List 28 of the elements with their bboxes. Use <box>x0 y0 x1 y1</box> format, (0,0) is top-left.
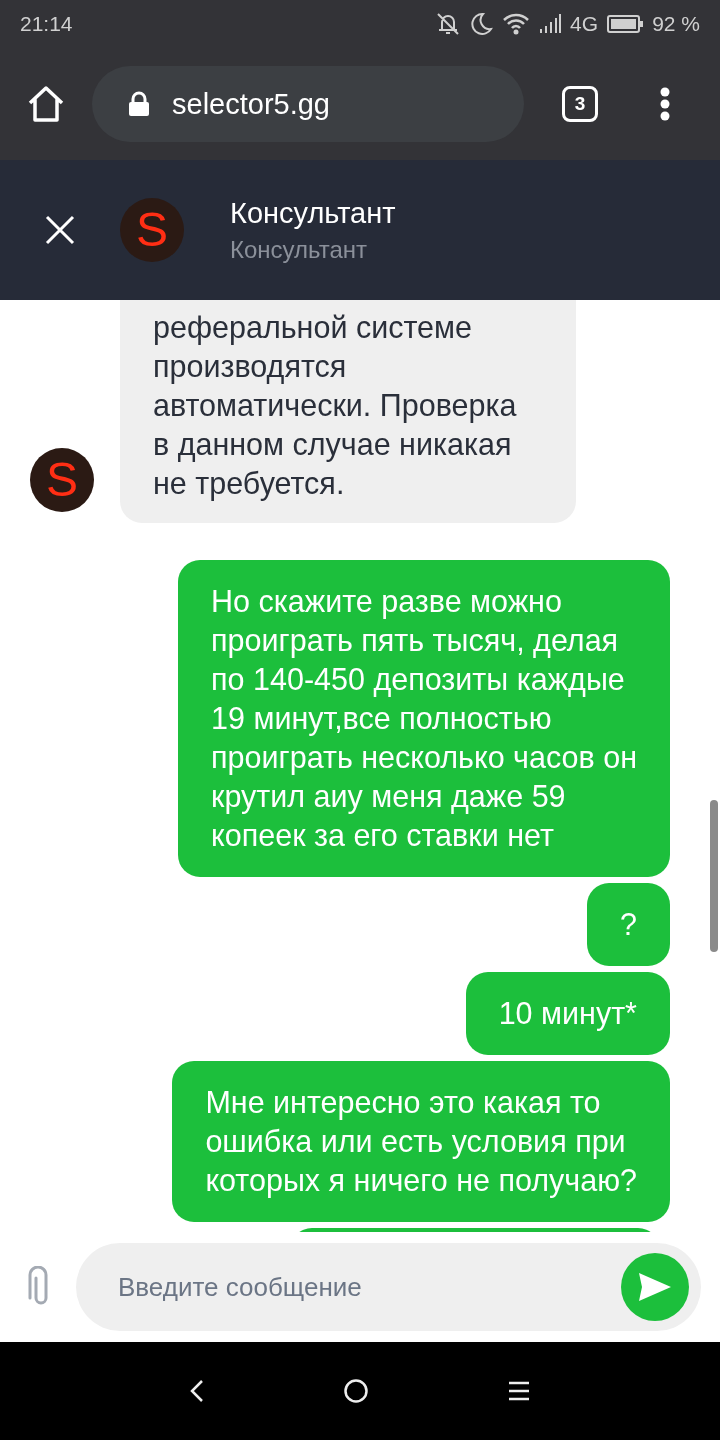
send-icon <box>638 1272 672 1302</box>
chat-title: Консультант <box>230 196 396 230</box>
close-icon[interactable] <box>44 214 76 246</box>
avatar-logo: S <box>120 198 184 262</box>
home-icon[interactable] <box>26 85 66 123</box>
lock-icon <box>128 91 150 117</box>
message-bubble: ? <box>587 883 670 966</box>
wifi-icon <box>502 12 531 36</box>
clock-time: 21:14 <box>20 12 73 36</box>
address-bar[interactable]: selector5.gg <box>92 66 524 142</box>
message-bubble: Мне интересно это какая то ошибка или есть условия при которых я ничего не получаю? <box>172 1061 670 1222</box>
message-bubble: реферальной системе производятся автоматически. Проверка в данном случае никакая не требуется. <box>120 300 576 523</box>
signal-icon <box>539 13 562 35</box>
message-bubble: Но скажите разве можно проиграть пять тысяч, делая по 140-450 депозиты каждые 19 минут,все полностью проиграть несколько часов он крутил аиу меня даже 59 копеек за его ставки нет <box>178 560 670 877</box>
avatar-logo: S <box>30 448 94 512</box>
home-icon[interactable] <box>343 1378 369 1404</box>
chat-subtitle: Консультант <box>230 235 368 264</box>
scrollbar[interactable] <box>710 800 718 952</box>
network-label: 4G <box>570 12 599 36</box>
battery-icon <box>607 15 644 33</box>
message-field[interactable]: Введите сообщение <box>76 1243 701 1331</box>
back-icon[interactable] <box>189 1379 204 1403</box>
message-bubble: 10 минут* <box>465 972 670 1055</box>
menu-icon[interactable] <box>508 1381 531 1401</box>
moon-icon <box>471 12 494 36</box>
menu-icon[interactable] <box>660 87 670 121</box>
tab-count-button[interactable]: 3 <box>562 86 598 122</box>
battery-percent: 92 % <box>652 12 700 36</box>
